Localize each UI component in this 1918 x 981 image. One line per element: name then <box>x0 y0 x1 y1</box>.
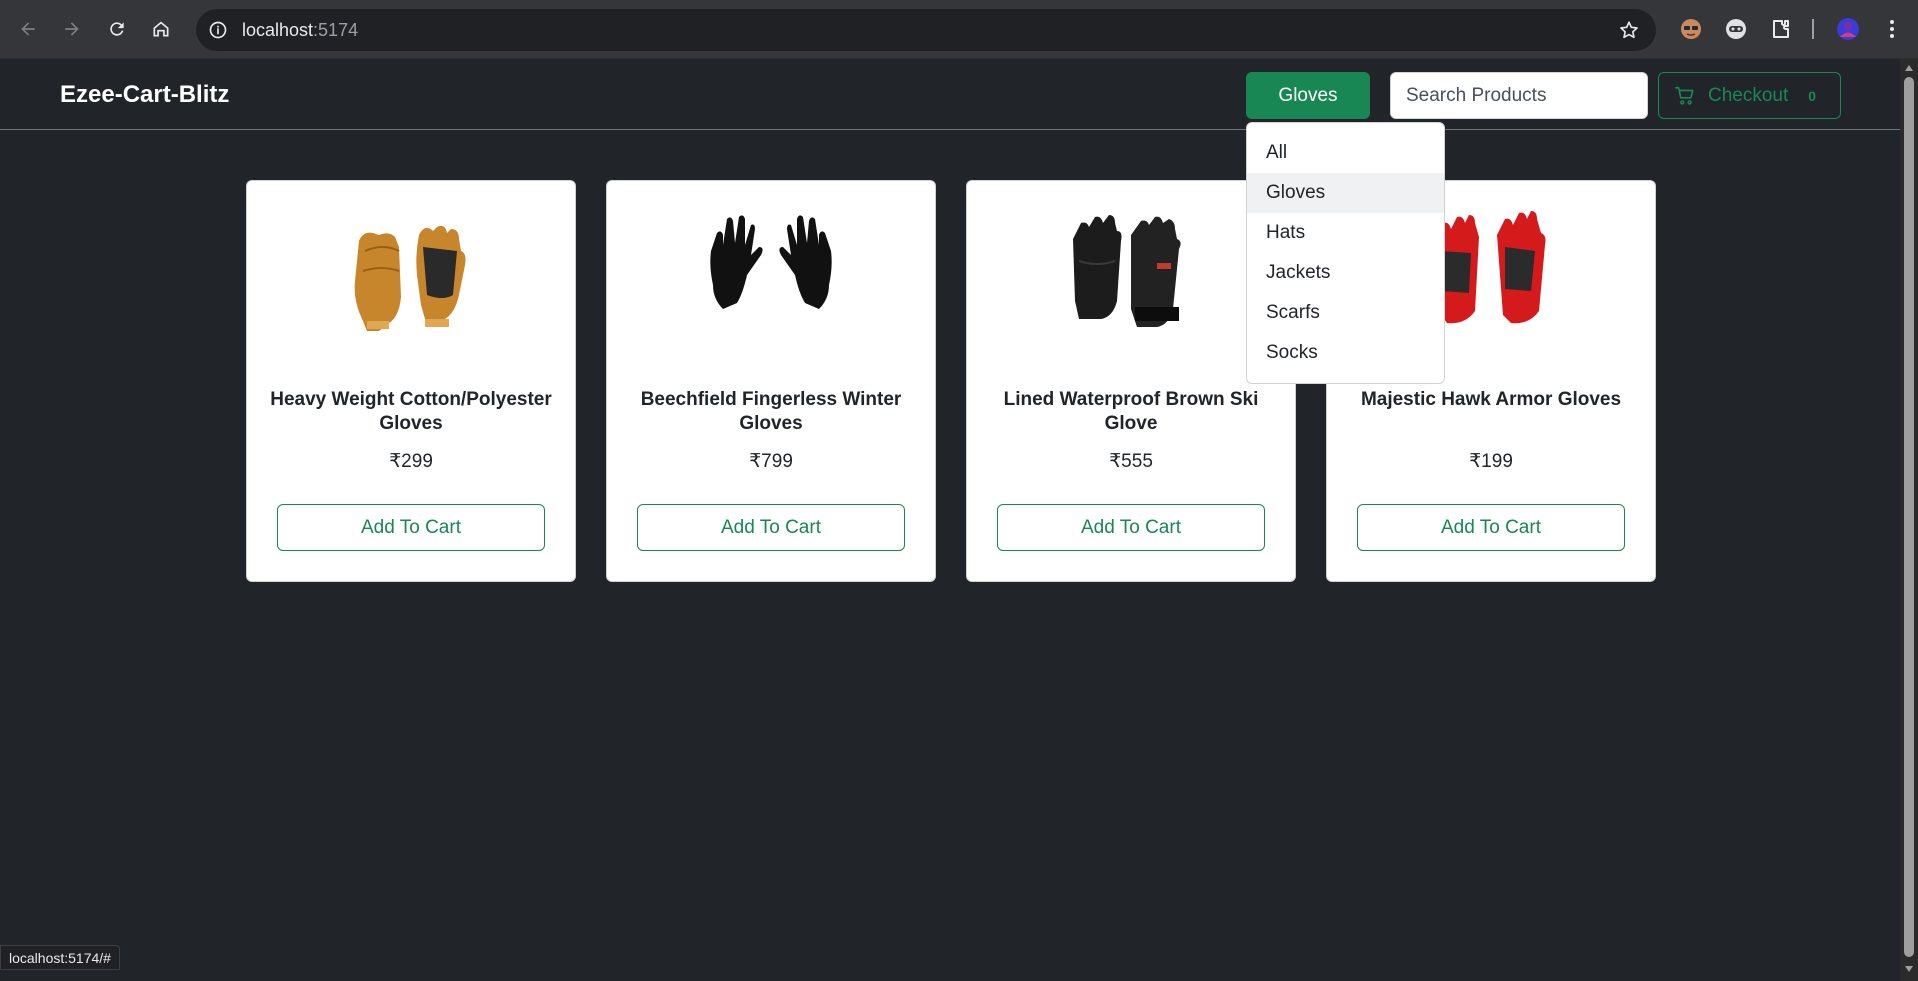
scroll-down-icon[interactable] <box>1904 964 1914 974</box>
extension-mask-icon[interactable] <box>1722 15 1750 43</box>
address-bar[interactable]: localhost:5174 <box>196 9 1656 51</box>
forward-button[interactable] <box>56 13 88 45</box>
product-name: Majestic Hawk Armor Gloves <box>1360 389 1622 410</box>
product-image-black-ski-gloves <box>1073 215 1181 327</box>
cart-icon <box>1675 86 1694 105</box>
page-scrollbar[interactable] <box>1900 59 1918 981</box>
dropdown-item-gloves[interactable]: Gloves <box>1247 173 1444 213</box>
product-card: Heavy Weight Cotton/Polyester Gloves ₹29… <box>246 180 576 582</box>
bookmark-star-icon[interactable] <box>1618 19 1640 41</box>
brand-logo[interactable]: Ezee-Cart-Blitz <box>60 81 229 109</box>
checkout-label: Checkout <box>1708 84 1789 106</box>
product-name: Heavy Weight Cotton/Polyester Gloves <box>270 389 552 434</box>
product-name: Lined Waterproof Brown Ski Glove <box>1003 389 1259 434</box>
dropdown-item-hats[interactable]: Hats <box>1247 213 1444 253</box>
url-port: :5174 <box>313 20 359 40</box>
category-dropdown-button[interactable]: Gloves <box>1246 72 1370 119</box>
profile-avatar-icon[interactable] <box>1834 15 1862 43</box>
dropdown-item-all[interactable]: All <box>1247 133 1444 173</box>
back-button[interactable] <box>12 13 44 45</box>
product-price: ₹299 <box>389 451 433 472</box>
product-price: ₹199 <box>1469 451 1513 472</box>
product-price: ₹799 <box>749 451 793 472</box>
dropdown-item-socks[interactable]: Socks <box>1247 333 1444 373</box>
add-to-cart-button[interactable]: Add To Cart <box>637 504 905 551</box>
product-price: ₹555 <box>1109 451 1153 472</box>
arrow-right-icon <box>65 22 79 36</box>
toolbar-divider <box>1812 19 1814 39</box>
url-text: localhost:5174 <box>242 20 358 41</box>
scroll-up-icon[interactable] <box>1904 63 1914 73</box>
scroll-thumb[interactable] <box>1904 77 1914 957</box>
app-navbar: Ezee-Cart-Blitz Gloves Checkout 0 <box>0 59 1900 130</box>
link-status-bubble: localhost:5174/# <box>0 945 120 970</box>
site-info-icon[interactable] <box>208 20 228 40</box>
product-card: Beechfield Fingerless Winter Gloves ₹799… <box>606 180 936 582</box>
dropdown-item-scarfs[interactable]: Scarfs <box>1247 293 1444 333</box>
reload-button[interactable] <box>101 13 133 45</box>
checkout-button[interactable]: Checkout 0 <box>1658 72 1841 119</box>
add-to-cart-button[interactable]: Add To Cart <box>277 504 545 551</box>
dropdown-item-jackets[interactable]: Jackets <box>1247 253 1444 293</box>
arrow-left-icon <box>21 22 35 36</box>
home-button[interactable] <box>145 13 177 45</box>
product-image-tan-gloves <box>354 225 466 331</box>
home-icon <box>153 21 169 37</box>
cart-count-badge: 0 <box>1808 87 1817 104</box>
add-to-cart-button[interactable]: Add To Cart <box>1357 504 1625 551</box>
reload-icon <box>110 22 124 36</box>
url-host: localhost <box>242 20 314 40</box>
product-image-black-knit-gloves <box>710 215 832 309</box>
extension-avatar-icon[interactable] <box>1677 15 1705 43</box>
browser-menu-icon[interactable] <box>1878 15 1906 43</box>
add-to-cart-button[interactable]: Add To Cart <box>997 504 1265 551</box>
extensions-puzzle-icon[interactable] <box>1767 15 1795 43</box>
category-dropdown-menu: All Gloves Hats Jackets Scarfs Socks <box>1246 122 1445 384</box>
product-name: Beechfield Fingerless Winter Gloves <box>640 389 902 434</box>
browser-toolbar: localhost:5174 <box>0 0 1918 59</box>
search-input[interactable] <box>1390 72 1648 119</box>
